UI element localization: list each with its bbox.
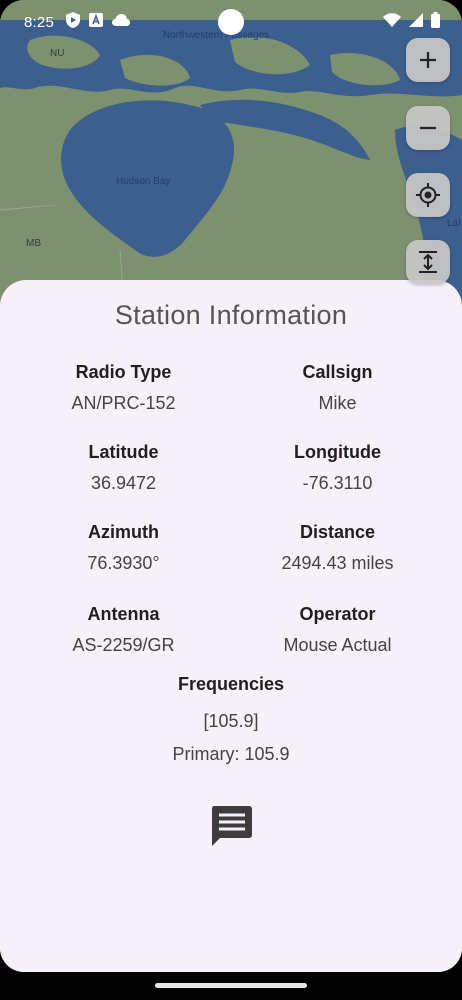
my-location-button[interactable] (406, 173, 450, 217)
azimuth-label: Azimuth (88, 522, 159, 542)
zoom-out-button[interactable] (406, 106, 450, 150)
map-label-lab: Lal (447, 218, 461, 229)
antenna-field: Antenna AS-2259/GR (8, 604, 239, 656)
camera-cutout (218, 9, 244, 35)
distance-value: 2494.43 miles (281, 553, 394, 573)
latitude-value: 36.9472 (90, 473, 157, 493)
longitude-value: -76.3110 (302, 473, 373, 493)
signal-icon (409, 12, 423, 32)
fit-bounds-icon (419, 251, 437, 273)
radio-type-value: AN/PRC-152 (71, 393, 176, 413)
latitude-field: Latitude 36.9472 (8, 442, 239, 494)
operator-value: Mouse Actual (283, 635, 392, 655)
frequencies-field: Frequencies [105.9] Primary: 105.9 (0, 674, 462, 765)
distance-field: Distance 2494.43 miles (222, 522, 453, 574)
distance-label: Distance (299, 522, 376, 542)
frequencies-list: [105.9] (203, 711, 259, 731)
map-label-mb: MB (26, 238, 41, 249)
map-label-hudson-bay: Hudson Bay (116, 176, 171, 187)
fit-bounds-button[interactable] (406, 240, 450, 284)
sheet-title: Station Information (114, 300, 348, 330)
callsign-label: Callsign (302, 362, 373, 382)
battery-icon (431, 11, 440, 33)
primary-frequency: Primary: 105.9 (172, 744, 290, 764)
map-label-nu: NU (50, 48, 65, 59)
station-info-sheet: Station Information Radio Type AN/PRC-15… (0, 280, 462, 972)
my-location-icon (416, 183, 440, 207)
phone-frame: Northwestern Passages Hudson Bay NU MB L… (0, 0, 462, 1000)
zoom-in-button[interactable] (406, 38, 450, 82)
screen: Northwestern Passages Hudson Bay NU MB L… (0, 0, 462, 972)
map-canvas (0, 0, 462, 320)
callsign-field: Callsign Mike (222, 362, 453, 414)
status-icons-right (383, 11, 440, 33)
antenna-label: Antenna (87, 604, 160, 624)
message-icon (212, 806, 252, 846)
azimuth-field: Azimuth 76.3930° (8, 522, 239, 574)
map-view[interactable]: Northwestern Passages Hudson Bay NU MB L… (0, 0, 462, 320)
wifi-icon (383, 12, 401, 32)
longitude-label: Longitude (294, 442, 381, 462)
minus-icon (420, 126, 436, 130)
plus-icon (420, 52, 436, 68)
status-time: 8:25 (24, 13, 54, 31)
radio-type-label: Radio Type (75, 362, 172, 382)
azimuth-value: 76.3930° (87, 553, 160, 573)
play-protect-icon (66, 11, 80, 33)
message-button[interactable] (208, 802, 254, 848)
antenna-value: AS-2259/GR (72, 635, 175, 655)
radio-type-field: Radio Type AN/PRC-152 (8, 362, 239, 414)
operator-label: Operator (299, 604, 376, 624)
a-icon (89, 12, 103, 32)
latitude-label: Latitude (88, 442, 159, 462)
gesture-navigation-bar[interactable] (155, 983, 307, 988)
status-icons-left (66, 11, 130, 33)
callsign-value: Mike (318, 393, 357, 413)
cloud-icon (112, 13, 130, 31)
longitude-field: Longitude -76.3110 (222, 442, 453, 494)
operator-field: Operator Mouse Actual (222, 604, 453, 656)
frequencies-label: Frequencies (177, 674, 285, 694)
